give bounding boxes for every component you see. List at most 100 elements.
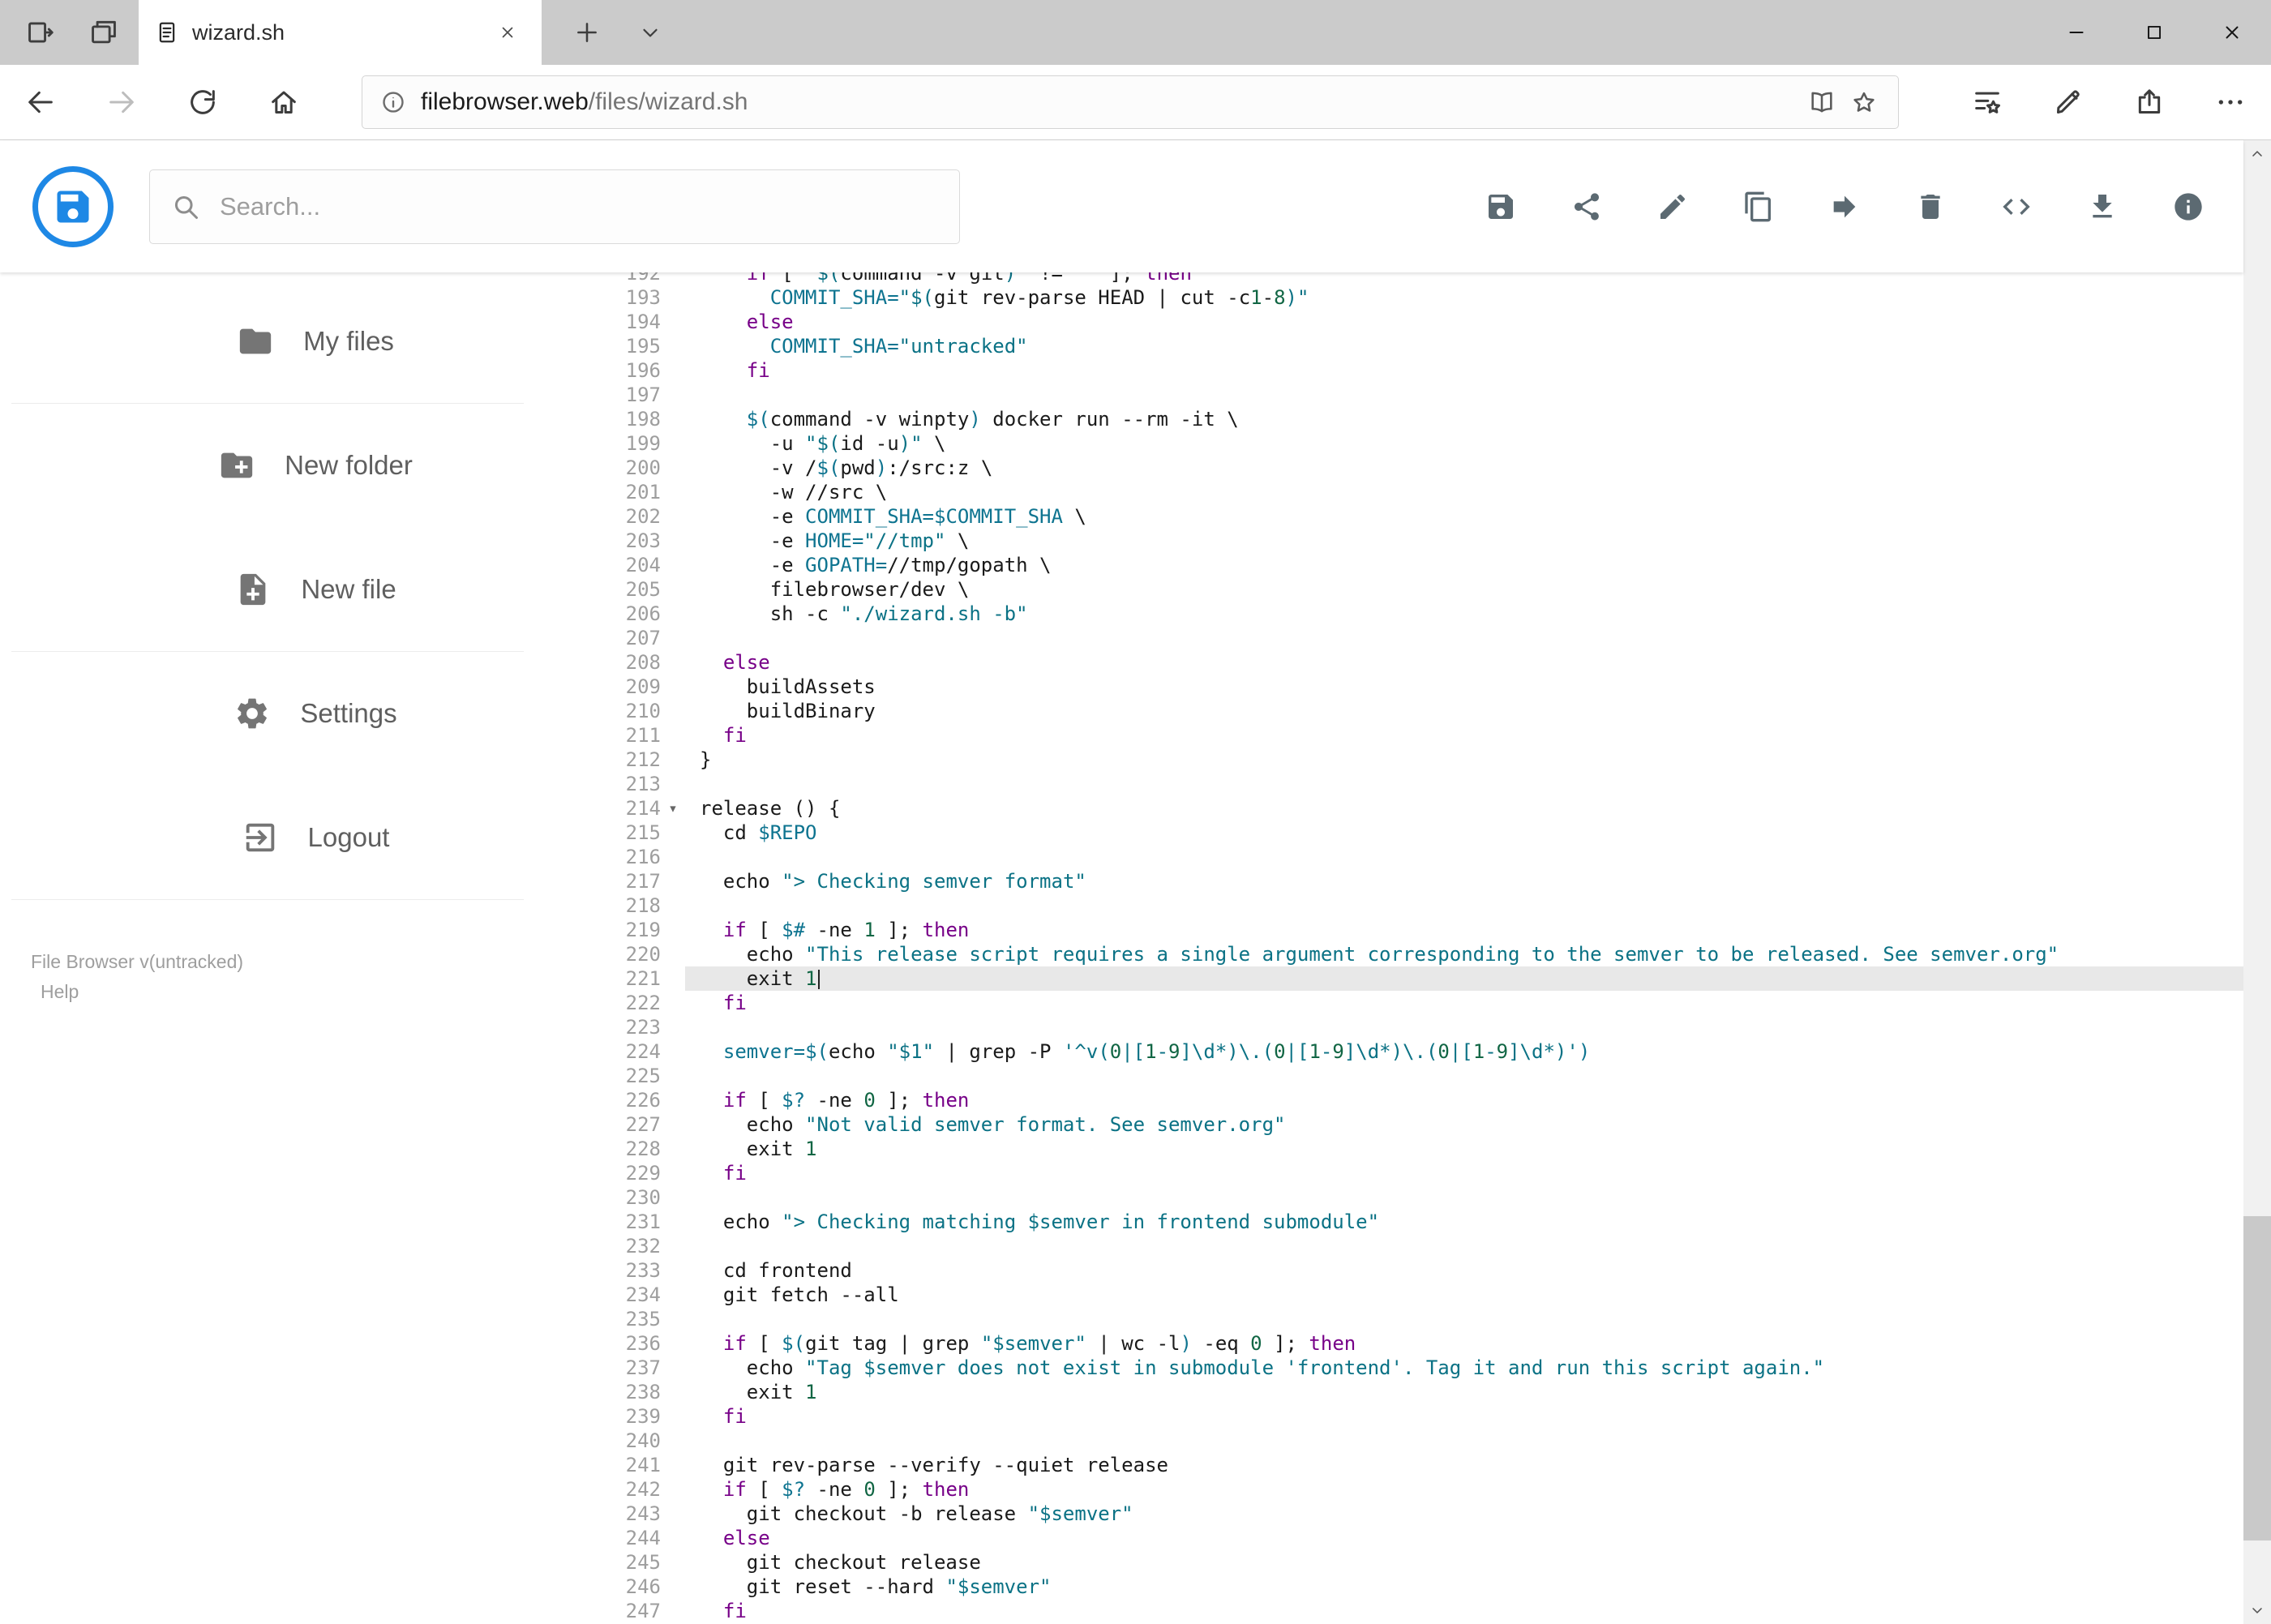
code-line[interactable]: 234 git fetch --all [584,1283,2243,1307]
scroll-down-button[interactable] [2243,1596,2271,1624]
app-logo[interactable] [32,165,114,247]
search-box[interactable] [149,169,960,244]
code-line[interactable]: 211 fi [584,723,2243,748]
code-line[interactable]: 217 echo "> Checking semver format" [584,869,2243,893]
add-favorite-button[interactable] [1843,81,1885,123]
code-line[interactable]: 201 -w //src \ [584,480,2243,504]
site-info-button[interactable] [375,84,411,120]
new-tab-button[interactable] [561,6,613,58]
code-line[interactable]: 245 git checkout release [584,1550,2243,1575]
raw-view-button[interactable] [1990,181,2042,233]
favorites-hub-button[interactable] [1947,65,2028,139]
code-line[interactable]: 218 [584,893,2243,918]
code-line[interactable]: 203 -e HOME="//tmp" \ [584,529,2243,553]
code-line[interactable]: 199 -u "$(id -u)" \ [584,431,2243,456]
code-line[interactable]: 240 [584,1429,2243,1453]
code-line[interactable]: 231 echo "> Checking matching $semver in… [584,1210,2243,1234]
reading-view-button[interactable] [1801,81,1843,123]
code-line[interactable]: 216 [584,845,2243,869]
address-bar[interactable]: filebrowser.web/files/wizard.sh [362,75,1899,129]
code-line[interactable]: 237 echo "Tag $semver does not exist in … [584,1356,2243,1380]
code-line[interactable]: 228 exit 1 [584,1137,2243,1161]
code-line[interactable]: 215 cd $REPO [584,821,2243,845]
code-line[interactable]: 213 [584,772,2243,796]
code-line[interactable]: 225 [584,1064,2243,1088]
copy-button[interactable] [1733,181,1785,233]
code-line[interactable]: 236 if [ $(git tag | grep "$semver" | wc… [584,1331,2243,1356]
code-line[interactable]: 229 fi [584,1161,2243,1185]
tabs-youve-set-aside-button[interactable] [78,6,130,58]
code-line[interactable]: 209 buildAssets [584,675,2243,699]
code-line[interactable]: 223 [584,1015,2243,1039]
minimize-button[interactable] [2037,0,2115,65]
save-button[interactable] [1475,181,1527,233]
sidebar-item-my-files[interactable]: My files [0,279,584,403]
code-line[interactable]: 243 git checkout -b release "$semver" [584,1502,2243,1526]
code-line[interactable]: 244 else [584,1526,2243,1550]
code-line[interactable]: 194 else [584,310,2243,334]
code-line[interactable]: 193 COMMIT_SHA="$(git rev-parse HEAD | c… [584,285,2243,310]
set-tabs-aside-button[interactable] [15,6,66,58]
fold-toggle-icon[interactable]: ▾ [661,796,685,821]
home-button[interactable] [243,65,324,139]
code-line[interactable]: 221 exit 1 [584,966,2243,991]
code-line[interactable]: 247 fi [584,1599,2243,1623]
browser-menu-button[interactable] [2190,65,2271,139]
sidebar-item-new-file[interactable]: New file [0,527,584,651]
code-line[interactable]: 197 [584,383,2243,407]
code-editor[interactable]: 192 if [ "$(command -v git)" != "" ]; th… [584,272,2243,1624]
code-line[interactable]: 210 buildBinary [584,699,2243,723]
web-note-button[interactable] [2028,65,2109,139]
code-line[interactable]: 205 filebrowser/dev \ [584,577,2243,602]
scroll-up-button[interactable] [2243,140,2271,168]
code-line[interactable]: 196 fi [584,358,2243,383]
sidebar-item-logout[interactable]: Logout [0,775,584,899]
code-line[interactable]: 214 ▾ release () { [584,796,2243,821]
share-button[interactable] [2109,65,2190,139]
code-line[interactable]: 206 sh -c "./wizard.sh -b" [584,602,2243,626]
info-button[interactable] [2162,181,2214,233]
window-close-button[interactable] [2193,0,2271,65]
code-line[interactable]: 241 git rev-parse --verify --quiet relea… [584,1453,2243,1477]
code-line[interactable]: 192 if [ "$(command -v git)" != "" ]; th… [584,272,2243,285]
browser-tab[interactable]: wizard.sh [139,0,542,65]
code-line[interactable]: 226 if [ $? -ne 0 ]; then [584,1088,2243,1112]
move-button[interactable] [1819,181,1870,233]
search-input[interactable] [220,191,938,221]
code-line[interactable]: 200 -v /$(pwd):/src:z \ [584,456,2243,480]
maximize-button[interactable] [2115,0,2193,65]
help-link[interactable]: Help [41,977,243,1007]
code-line[interactable]: 246 git reset --hard "$semver" [584,1575,2243,1599]
sidebar-item-settings[interactable]: Settings [0,651,584,775]
code-line[interactable]: 207 [584,626,2243,650]
forward-button[interactable] [81,65,162,139]
code-line[interactable]: 227 echo "Not valid semver format. See s… [584,1112,2243,1137]
rename-button[interactable] [1647,181,1699,233]
code-line[interactable]: 230 [584,1185,2243,1210]
code-line[interactable]: 208 else [584,650,2243,675]
code-line[interactable]: 220 echo "This release script requires a… [584,942,2243,966]
code-line[interactable]: 232 [584,1234,2243,1258]
tab-preview-toggle-button[interactable] [624,6,676,58]
code-line[interactable]: 224 semver=$(echo "$1" | grep -P '^v(0|[… [584,1039,2243,1064]
code-line[interactable]: 222 fi [584,991,2243,1015]
code-line[interactable]: 195 COMMIT_SHA="untracked" [584,334,2243,358]
sidebar-item-new-folder[interactable]: New folder [0,403,584,527]
back-button[interactable] [0,65,81,139]
code-line[interactable]: 212} [584,748,2243,772]
code-line[interactable]: 219 if [ $# -ne 1 ]; then [584,918,2243,942]
code-line[interactable]: 204 -e GOPATH=//tmp/gopath \ [584,553,2243,577]
download-button[interactable] [2076,181,2128,233]
refresh-button[interactable] [162,65,243,139]
code-line[interactable]: 239 fi [584,1404,2243,1429]
tab-close-button[interactable] [490,15,525,50]
delete-button[interactable] [1905,181,1956,233]
page-scrollbar[interactable] [2243,140,2271,1624]
code-line[interactable]: 238 exit 1 [584,1380,2243,1404]
code-line[interactable]: 233 cd frontend [584,1258,2243,1283]
code-line[interactable]: 242 if [ $? -ne 0 ]; then [584,1477,2243,1502]
code-line[interactable]: 235 [584,1307,2243,1331]
code-line[interactable]: 202 -e COMMIT_SHA=$COMMIT_SHA \ [584,504,2243,529]
code-line[interactable]: 198 $(command -v winpty) docker run --rm… [584,407,2243,431]
file-share-button[interactable] [1561,181,1613,233]
